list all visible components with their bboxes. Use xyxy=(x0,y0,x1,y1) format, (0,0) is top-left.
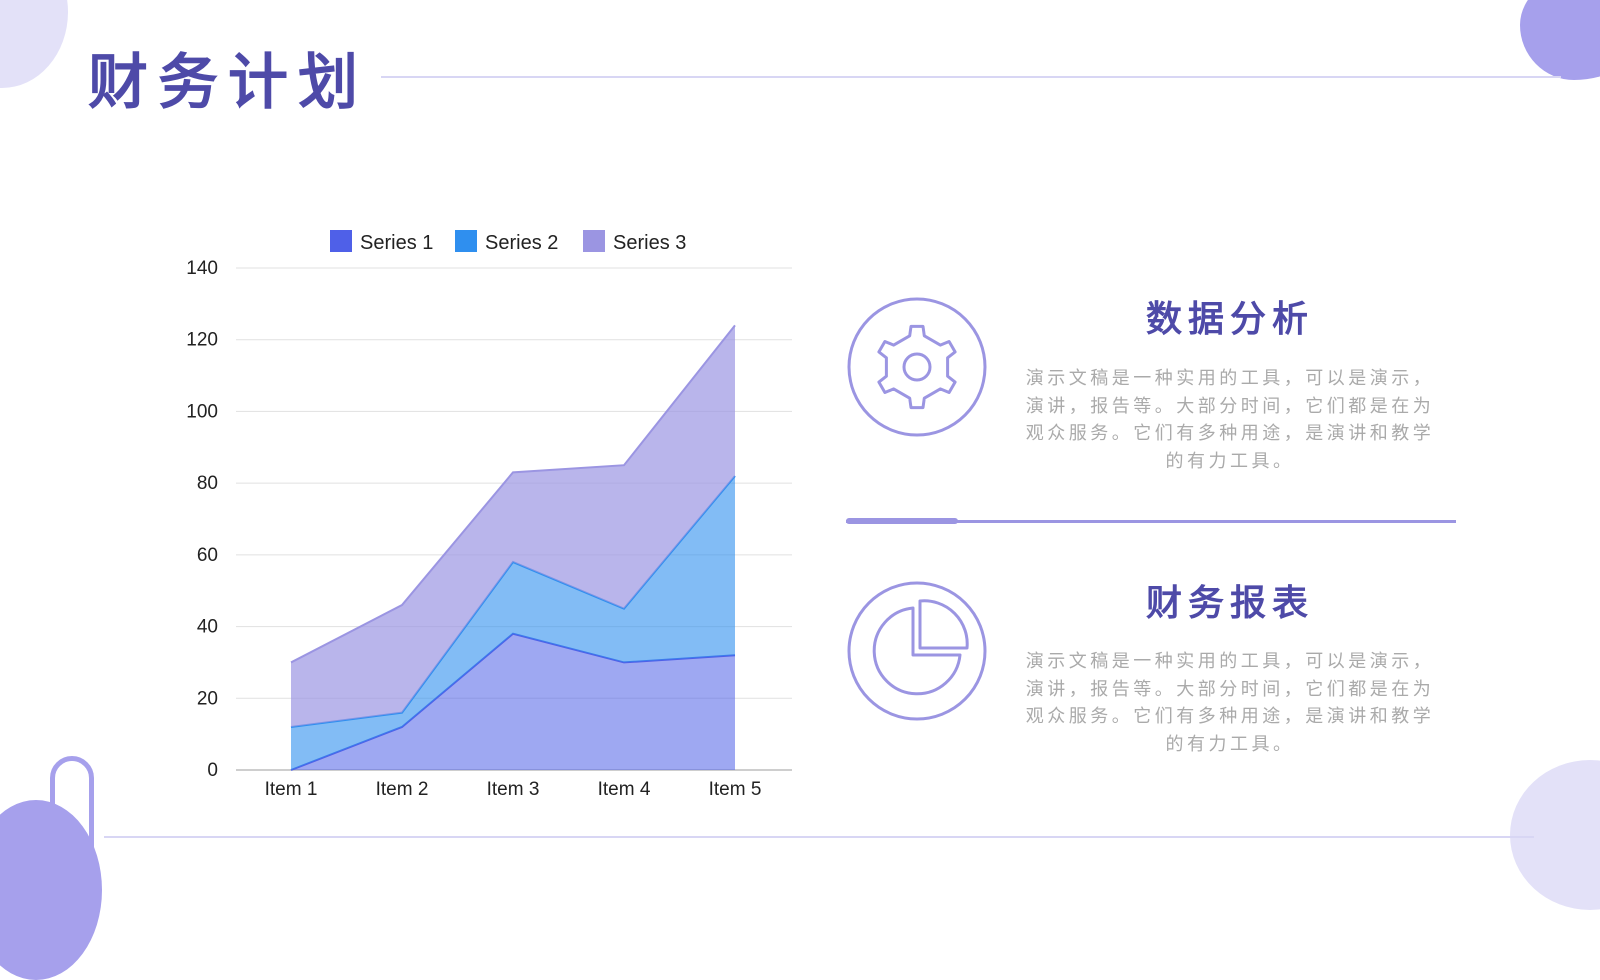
decor-circle-bottom-right xyxy=(1510,760,1600,910)
panel-divider-accent xyxy=(846,518,958,524)
x-tick-label: Item 2 xyxy=(376,779,429,800)
legend-swatch xyxy=(455,230,477,252)
y-tick-label: 0 xyxy=(207,760,218,781)
panel-title-data-analysis: 数据分析 xyxy=(1145,299,1314,340)
y-tick-label: 80 xyxy=(197,473,218,494)
x-tick-label: Item 3 xyxy=(487,779,540,800)
pie-chart-icon xyxy=(847,581,987,721)
y-tick-label: 140 xyxy=(186,258,218,279)
legend-label: Series 2 xyxy=(485,232,558,254)
legend-label: Series 1 xyxy=(360,232,433,254)
y-tick-label: 100 xyxy=(186,401,218,422)
panel-body-line: 观众服务。它们有多种用途，是演讲和教学 xyxy=(1025,423,1435,444)
y-tick-label: 60 xyxy=(197,545,218,566)
panel-body-line: 的有力工具。 xyxy=(1165,733,1295,755)
y-tick-label: 40 xyxy=(197,617,218,638)
panel-title-financial-report: 财务报表 xyxy=(1145,583,1314,624)
panel-body-line: 观众服务。它们有多种用途，是演讲和教学 xyxy=(1025,706,1435,727)
panel-body-data-analysis: 演示文稿是一种实用的工具，可以是演示， 演讲，报告等。大部分时间，它们都是在为 … xyxy=(1010,365,1450,475)
legend-swatch xyxy=(330,230,352,252)
panel-body-line: 的有力工具。 xyxy=(1165,450,1295,472)
stacked-area-chart: 0 20 40 60 80 100 120 140 Item 1 Item 2 Item 3 Item… xyxy=(186,230,792,800)
x-tick-label: Item 5 xyxy=(709,779,762,800)
gear-icon xyxy=(847,297,987,437)
legend-swatch xyxy=(583,230,605,252)
panel-body-line: 演示文稿是一种实用的工具，可以是演示， xyxy=(1025,651,1435,672)
decor-blob-top-right xyxy=(1520,0,1600,80)
legend-label: Series 3 xyxy=(613,232,686,254)
x-tick-label: Item 4 xyxy=(598,779,651,800)
panel-body-line: 演示文稿是一种实用的工具，可以是演示， xyxy=(1025,368,1435,389)
y-tick-label: 120 xyxy=(186,330,218,351)
panel-body-line: 演讲，报告等。大部分时间，它们都是在为 xyxy=(1025,678,1435,700)
panel-body-line: 演讲，报告等。大部分时间，它们都是在为 xyxy=(1025,395,1435,417)
x-tick-label: Item 1 xyxy=(265,779,318,800)
panel-body-financial-report: 演示文稿是一种实用的工具，可以是演示， 演讲，报告等。大部分时间，它们都是在为 … xyxy=(1010,648,1450,758)
y-tick-label: 20 xyxy=(197,688,218,709)
